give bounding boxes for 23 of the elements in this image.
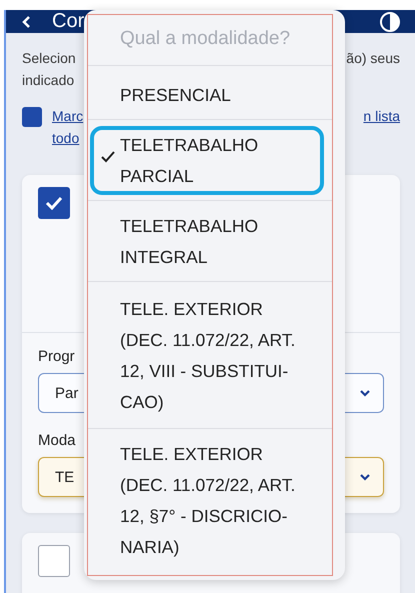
back-icon[interactable] [22, 14, 32, 28]
intro-text: Selecion [22, 49, 76, 68]
field-label: Progr [38, 347, 76, 367]
intro-text: ão) seus [346, 49, 400, 68]
check-icon [101, 151, 115, 163]
menu-option[interactable]: TELE. EXTERIOR (DEC. 11.072/22, ART. 12, §7° - DISCRICIO- NARIA) [88, 428, 332, 573]
item-checkbox[interactable] [38, 545, 70, 577]
intro-text: indicado [22, 71, 76, 90]
select-all-checkbox[interactable] [22, 107, 42, 127]
menu-option[interactable]: TELE. EXTERIOR (DEC. 11.072/22, ART. 12, VIII - SUBSTITUI- CAO) [88, 281, 332, 428]
chevron-down-icon [359, 473, 371, 481]
select-all-link[interactable]: Marc [52, 105, 84, 127]
list-link[interactable]: n lista [363, 105, 400, 127]
menu-option[interactable]: PRESENCIAL [88, 65, 332, 119]
menu-title: Qual a modalidade? [119, 27, 292, 51]
chevron-down-icon [359, 389, 371, 397]
page-title: Cor [52, 10, 86, 33]
select-all-link[interactable]: todo [52, 127, 84, 149]
item-checkbox[interactable] [38, 187, 70, 219]
check-icon [45, 196, 63, 210]
menu-option[interactable]: TELETRABALHO INTEGRAL [88, 200, 332, 281]
field-label: Moda [38, 431, 77, 451]
contrast-icon[interactable] [379, 10, 401, 32]
